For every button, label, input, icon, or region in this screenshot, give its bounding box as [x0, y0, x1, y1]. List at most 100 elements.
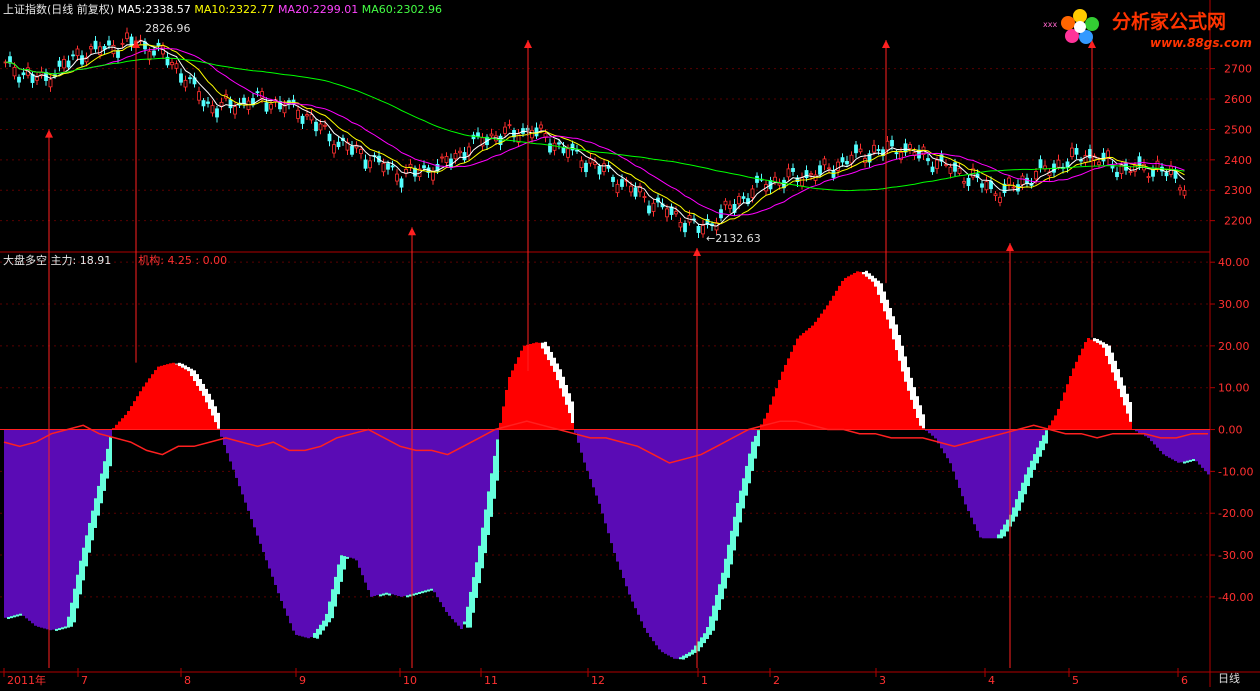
indicator-bar-recover	[748, 454, 751, 484]
indicator-bar-fade	[883, 292, 886, 312]
candle-body	[454, 153, 457, 158]
indicator-bar-positive	[505, 390, 508, 430]
indicator-bar-negative	[394, 430, 397, 596]
indicator-bar-recover	[67, 617, 70, 628]
chart-canvas[interactable]: 27002600250024002300220040.0030.0020.001…	[0, 0, 1260, 687]
indicator-bar-negative	[16, 430, 19, 615]
chart-stage[interactable]: 27002600250024002300220040.0030.0020.001…	[0, 0, 1260, 687]
indicator-bar-negative	[304, 430, 307, 638]
candle-body	[67, 61, 70, 67]
indicator-bar-recover	[721, 573, 724, 600]
candle-body	[621, 180, 624, 187]
indicator-bar-positive	[889, 329, 892, 430]
indicator-bar-recover	[313, 633, 316, 638]
candle-body	[324, 125, 327, 126]
indicator-bar-negative	[736, 430, 739, 503]
indicator-bar-negative	[283, 430, 286, 609]
indicator-bar-fade	[862, 272, 865, 274]
indicator-bar-negative	[307, 430, 310, 639]
indicator-bar-fade	[1126, 394, 1129, 414]
candle-body	[94, 41, 97, 49]
indicator-bar-positive	[151, 374, 154, 429]
indicator-bar-positive	[871, 282, 874, 430]
candle-body	[729, 205, 732, 208]
indicator-bar-positive	[1060, 401, 1063, 430]
indicator-bar-negative	[730, 430, 733, 531]
indicator-bar-negative	[574, 430, 577, 433]
indicator-bar-positive	[880, 303, 883, 429]
indicator-bar-recover	[490, 473, 493, 517]
candle-body	[1102, 153, 1105, 161]
indicator-bar-positive	[121, 418, 124, 429]
indicator-bar-negative	[82, 430, 85, 548]
ma20-value: 2299.01	[313, 3, 359, 16]
indicator-bar-recover	[106, 449, 109, 479]
indicator-bar-recover	[757, 430, 760, 446]
y-tick-label: 2600	[1224, 93, 1252, 106]
indicator-bar-positive	[514, 364, 517, 430]
indicator-bar-recover	[70, 603, 73, 627]
x-tick-label: 9	[299, 674, 306, 687]
indicator-bar-negative	[469, 430, 472, 592]
indicator-bar-recover	[1033, 454, 1036, 470]
candle-body	[391, 166, 394, 167]
indicator-bar-positive	[133, 401, 136, 429]
indicator-bar-positive	[568, 413, 571, 429]
candle-body	[954, 163, 957, 171]
indicator-bar-positive	[538, 343, 541, 430]
candle-body	[891, 140, 894, 146]
indicator-bar-recover	[88, 523, 91, 553]
indicator-bar-recover	[1000, 529, 1003, 538]
indicator-bar-negative	[226, 430, 229, 454]
indicator-bar-recover	[712, 606, 715, 631]
x-tick-label: 3	[879, 674, 886, 687]
indicator-bar-recover	[727, 545, 730, 578]
indicator-bar-negative	[640, 430, 643, 622]
indicator-bar-negative	[676, 430, 679, 659]
indicator-bar-negative	[637, 430, 640, 615]
indicator-bar-negative	[991, 430, 994, 539]
brand-name: 分析家公式网	[1112, 7, 1226, 34]
low-annotation: ←2132.63	[706, 232, 761, 246]
candle-body	[234, 107, 237, 114]
indicator-bar-negative	[379, 430, 382, 595]
indicator-bar-negative	[94, 430, 97, 499]
candle-body	[756, 176, 759, 182]
indicator-bar-recover	[496, 439, 499, 480]
candle-body	[175, 64, 178, 69]
indicator-bar-negative	[253, 430, 256, 528]
indicator-bar-fade	[565, 385, 568, 405]
indicator-bar-negative	[88, 430, 91, 523]
indicator-bar-negative	[91, 430, 94, 511]
indicator-bar-positive	[817, 318, 820, 430]
candle-body	[841, 158, 844, 162]
candle-body	[648, 206, 651, 213]
indicator-bar-positive	[130, 406, 133, 429]
indicator-bar-positive	[571, 423, 574, 430]
indicator-bar-positive	[1096, 343, 1099, 430]
candle-body	[265, 103, 268, 111]
indicator-bar-recover	[733, 517, 736, 551]
indicator-bar-positive	[835, 291, 838, 430]
candle-body	[72, 55, 75, 56]
indicator-bar-recover	[709, 616, 712, 635]
indicator-bar-positive	[850, 275, 853, 430]
indicator-bar-positive	[115, 425, 118, 430]
indicator-bar-negative	[1207, 430, 1210, 475]
indicator-bar-positive	[502, 406, 505, 429]
candle-body	[301, 116, 304, 123]
indicator-bar-negative	[577, 430, 580, 443]
indicator-bar-recover	[421, 591, 424, 593]
candle-body	[967, 178, 970, 185]
indicator-bar-positive	[796, 339, 799, 430]
candle-body	[567, 149, 570, 158]
candle-body	[634, 188, 637, 197]
candle-body	[832, 171, 835, 178]
indicator-bar-negative	[688, 430, 691, 653]
indicator-bar-recover	[418, 592, 421, 594]
indicator-bar-negative	[628, 430, 631, 595]
indicator-bar-negative	[259, 430, 262, 544]
signal-arrow-icon	[524, 40, 532, 48]
indicator-bar-positive	[202, 396, 205, 430]
indicator-bar-recover	[109, 436, 112, 466]
